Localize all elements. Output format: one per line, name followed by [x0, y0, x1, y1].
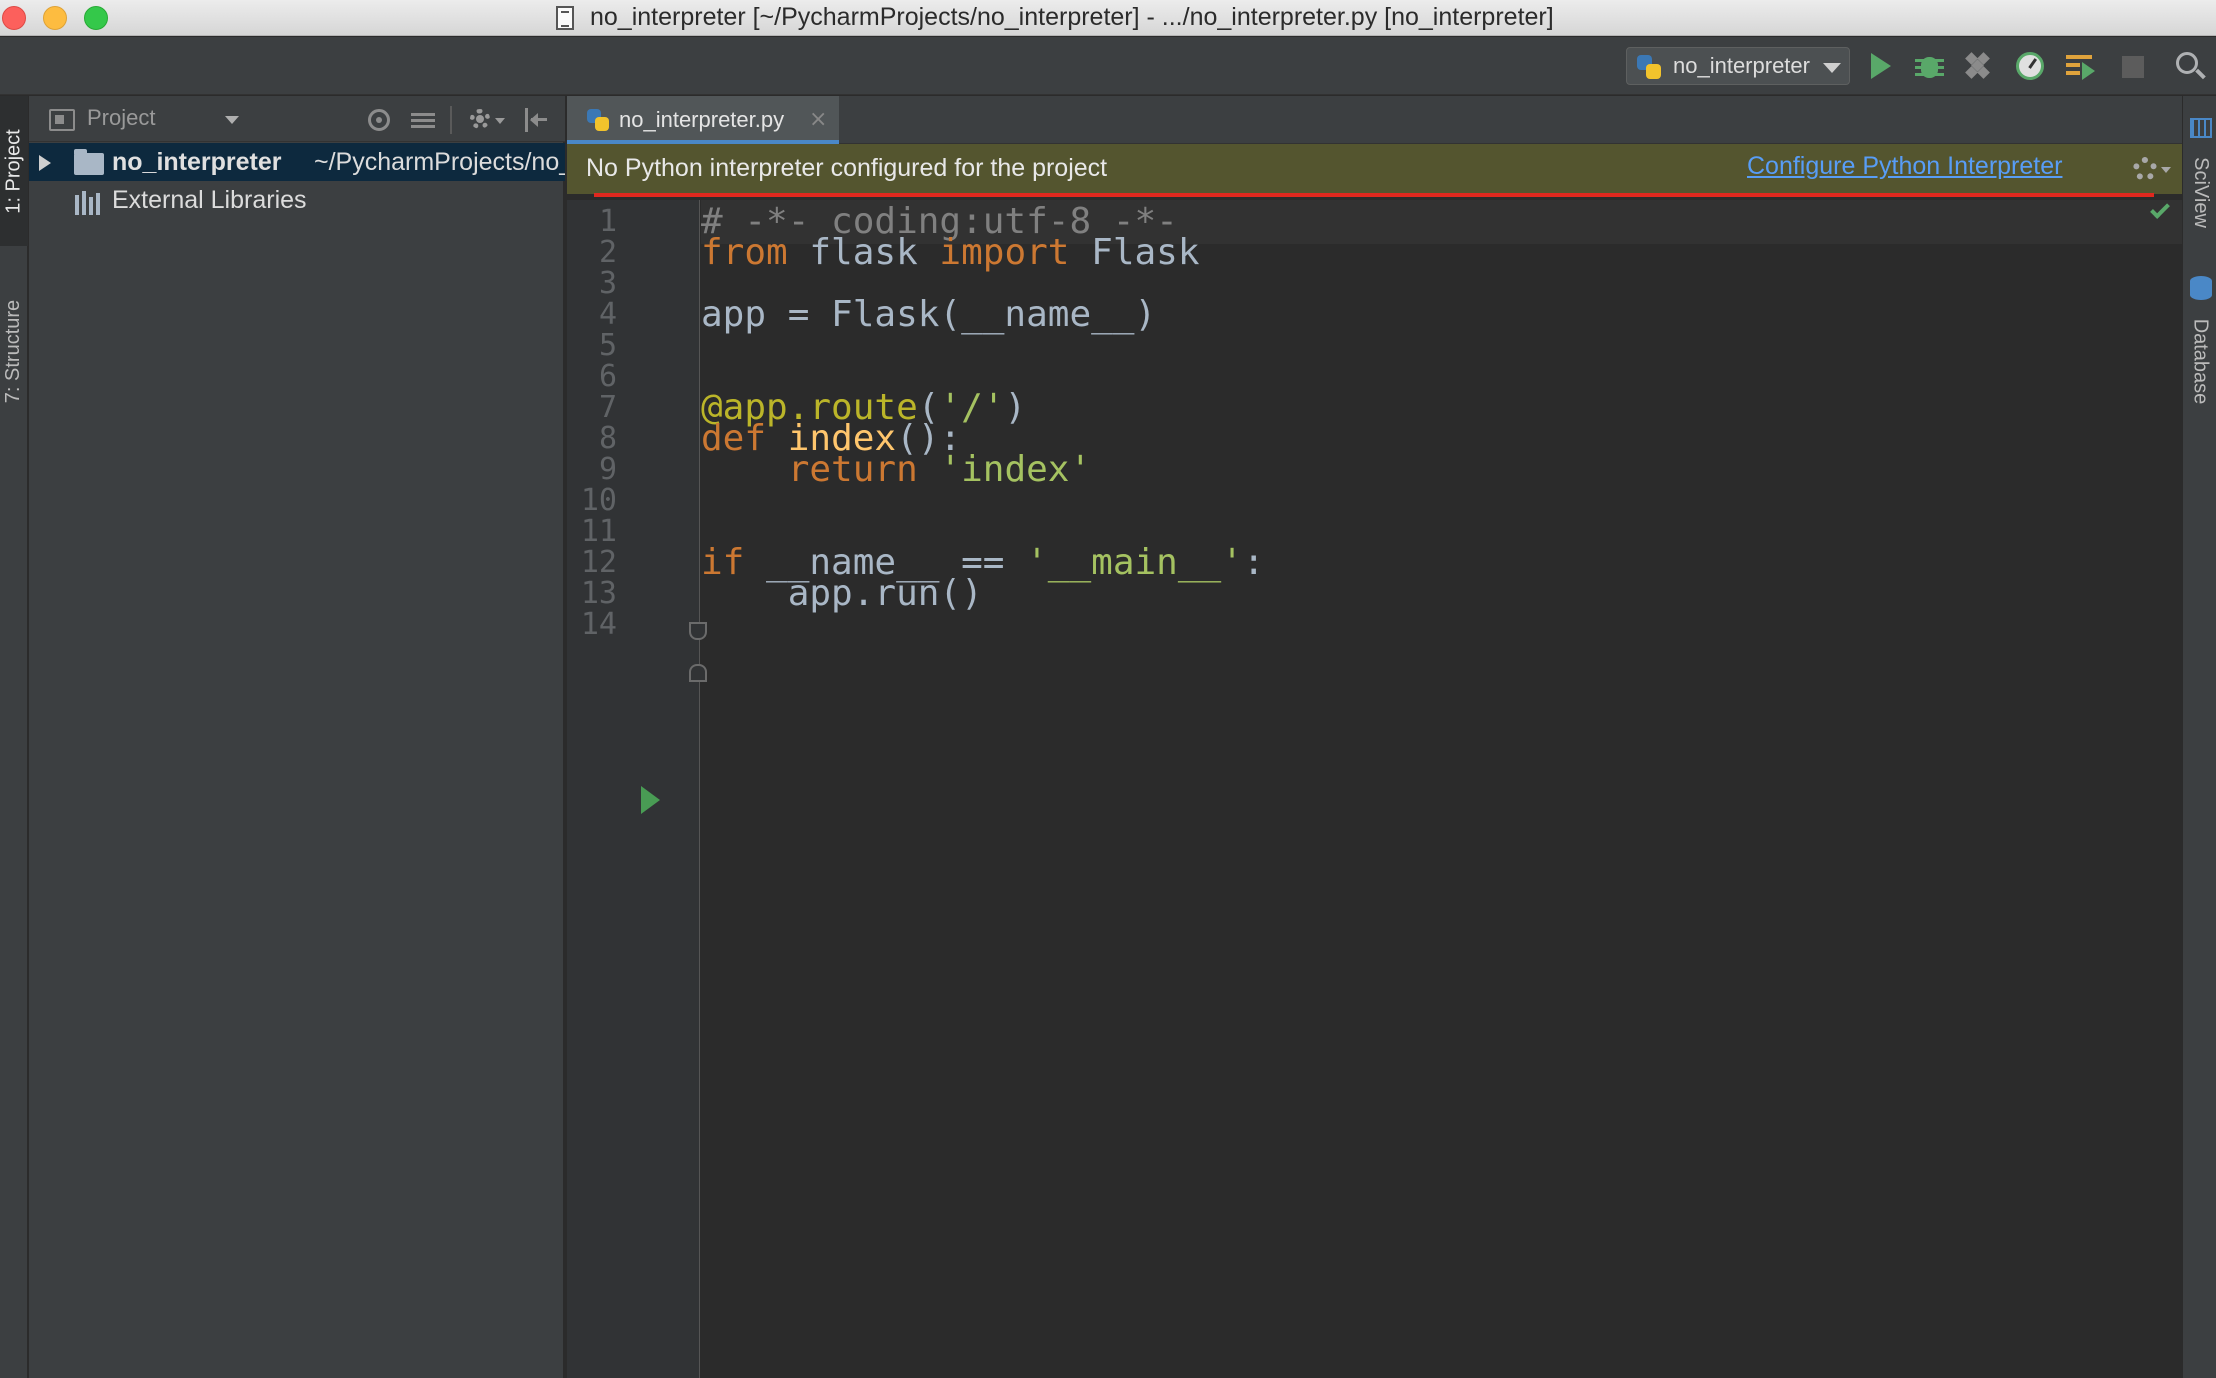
profile-icon[interactable]: [2014, 50, 2046, 82]
maximize-window-button[interactable]: [84, 6, 108, 30]
editor: no_interpreter.py × No Python interprete…: [567, 96, 2182, 1378]
banner-message: No Python interpreter configured for the…: [586, 154, 1108, 182]
close-window-button[interactable]: [2, 6, 26, 30]
tree-item-external-libraries[interactable]: External Libraries: [29, 181, 565, 219]
project-view-selector[interactable]: Project: [87, 105, 155, 131]
gear-icon[interactable]: [2133, 157, 2173, 183]
sciview-icon: [2190, 118, 2212, 138]
right-tool-stripe: SciView Database: [2182, 96, 2216, 1378]
run-configuration-selector[interactable]: no_interpreter: [1626, 47, 1850, 85]
tree-item-label: no_interpreter: [112, 148, 282, 176]
code-line-13: app.run(): [701, 573, 983, 614]
run-gutter-icon[interactable]: [641, 786, 660, 814]
debug-icon[interactable]: [1913, 50, 1945, 82]
interpreter-warning-banner: No Python interpreter configured for the…: [567, 144, 2182, 194]
code-line-4: app = Flask(__name__): [701, 294, 1157, 335]
editor-gutter: 1 2 3 4 5 6 7 8 9 10 11 12 13 14: [567, 200, 707, 1378]
database-icon: [2190, 276, 2212, 300]
tree-item-label: External Libraries: [112, 186, 307, 214]
gear-icon[interactable]: [467, 106, 505, 134]
chevron-down-icon[interactable]: [225, 116, 239, 124]
project-tool-window: Project no_interpreter ~/PycharmProjects…: [29, 96, 565, 1378]
project-view-icon: [49, 109, 75, 131]
tab-project[interactable]: 1: Project: [0, 96, 28, 246]
tree-item-project-root[interactable]: no_interpreter ~/PycharmProjects/no_inte…: [29, 143, 565, 181]
toolbar-separator: [450, 106, 452, 134]
locate-icon[interactable]: [365, 106, 393, 134]
main-toolbar: no_interpreter: [0, 37, 2216, 95]
line-number: 14: [580, 607, 617, 642]
title-bar: no_interpreter [~/PycharmProjects/no_int…: [0, 0, 2216, 36]
error-underline: [594, 193, 2154, 197]
tab-database-label: Database: [2189, 318, 2212, 404]
tab-structure[interactable]: 7: Structure: [0, 276, 28, 426]
tab-no-interpreter-py[interactable]: no_interpreter.py ×: [567, 96, 839, 144]
tab-project-label: 1: Project: [2, 128, 25, 214]
python-icon: [1637, 55, 1661, 79]
chevron-down-icon: [1823, 63, 1841, 73]
python-file-icon: [587, 109, 609, 131]
code-line-2: from flask import Flask: [701, 232, 1200, 273]
run-icon[interactable]: [1864, 50, 1896, 82]
run-configuration-label: no_interpreter: [1673, 53, 1810, 78]
document-icon: [556, 6, 574, 30]
project-panel-header: Project: [29, 96, 565, 142]
coverage-icon[interactable]: [1963, 50, 1995, 82]
tab-label: no_interpreter.py: [619, 107, 785, 132]
folder-icon: [74, 149, 104, 175]
configure-interpreter-link[interactable]: Configure Python Interpreter: [1747, 152, 2062, 181]
code-area[interactable]: # -*- coding:utf-8 -*- from flask import…: [701, 200, 2182, 1378]
window-title: no_interpreter [~/PycharmProjects/no_int…: [590, 3, 1554, 31]
run-list-icon[interactable]: [2064, 50, 2096, 82]
tab-structure-label: 7: Structure: [2, 299, 25, 403]
tab-sciview-label: SciView: [2189, 156, 2212, 228]
tree-item-path: ~/PycharmProjects/no_interpreter: [314, 148, 565, 176]
hide-panel-icon[interactable]: [523, 106, 551, 134]
editor-tabs: no_interpreter.py ×: [567, 96, 2182, 144]
expand-arrow-icon[interactable]: [39, 155, 51, 171]
tab-sciview[interactable]: SciView: [2183, 142, 2216, 242]
close-icon[interactable]: ×: [809, 107, 827, 132]
minimize-window-button[interactable]: [43, 6, 67, 30]
search-icon[interactable]: [2174, 50, 2206, 82]
left-tool-stripe: 1: Project 7: Structure: [0, 96, 28, 1378]
collapse-all-icon[interactable]: [409, 106, 437, 134]
code-line-9: return 'index': [787, 449, 1092, 490]
libraries-icon: [75, 191, 105, 215]
stop-icon[interactable]: [2116, 50, 2148, 82]
tab-database[interactable]: Database: [2183, 306, 2216, 416]
